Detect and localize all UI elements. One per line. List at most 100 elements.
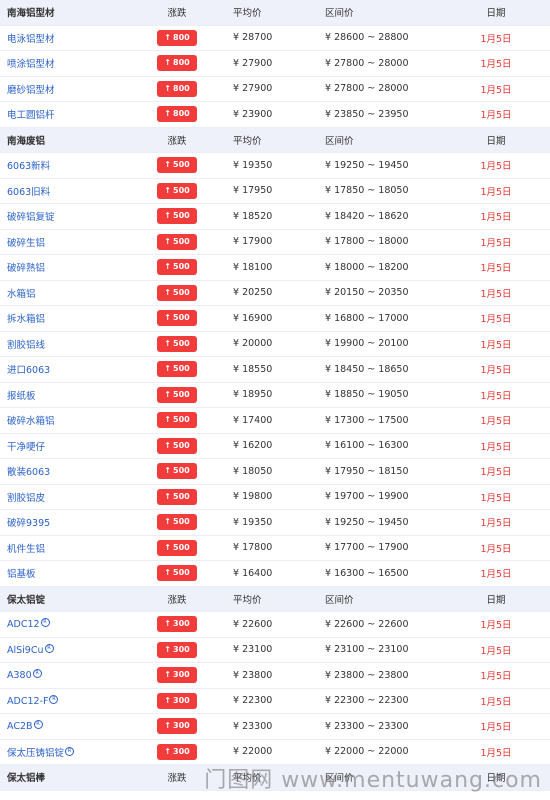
column-header-change: 涨跌	[167, 594, 187, 606]
date-cell: 1月5日	[480, 722, 512, 734]
price-range: ¥ 19250 ~ 19450	[325, 516, 409, 528]
change-cell: ↑ 800	[133, 80, 221, 97]
price-range: ¥ 16800 ~ 17000	[325, 312, 409, 324]
product-link[interactable]: 进口6063	[0, 362, 133, 376]
product-link[interactable]: 破碎9395	[0, 515, 133, 529]
product-name: 破碎水箱铝	[7, 416, 55, 428]
product-name: A380	[7, 670, 32, 682]
product-link[interactable]: A380 R	[0, 669, 133, 681]
registered-mark-icon: R	[40, 618, 50, 628]
change-badge: ↑ 300	[157, 641, 197, 658]
change-cell: ↑ 500	[133, 182, 221, 199]
change-badge: ↑ 500	[157, 335, 197, 352]
change-value: 800	[173, 58, 190, 68]
product-link[interactable]: 6063新料	[0, 158, 133, 172]
price-range: ¥ 17300 ~ 17500	[325, 414, 409, 426]
change-value: 300	[173, 619, 190, 629]
product-name: 电工圆铝杆	[7, 110, 55, 122]
table-row: AlSi9Cu R ↑ 300 ¥ 23100 ¥ 23100 ~ 23100 1月5日	[0, 638, 550, 663]
change-badge: ↑ 500	[157, 539, 197, 556]
change-cell: ↑ 500	[133, 565, 221, 582]
product-link[interactable]: 破碎熟铝	[0, 260, 133, 274]
table-row: 干净哽仔 ↑ 500 ¥ 16200 ¥ 16100 ~ 16300 1月5日	[0, 434, 550, 459]
table-row: 电工圆铝杆 ↑ 800 ¥ 23900 ¥ 23850 ~ 23950 1月5日	[0, 102, 550, 128]
date-cell: 1月5日	[480, 59, 512, 71]
registered-mark-icon: R	[33, 720, 43, 730]
arrow-up-icon: ↑	[164, 542, 171, 552]
change-cell: ↑ 800	[133, 106, 221, 123]
table-row: 拆水箱铝 ↑ 500 ¥ 16900 ¥ 16800 ~ 17000 1月5日	[0, 306, 550, 332]
product-link[interactable]: 喷涂铝型材	[0, 56, 133, 70]
table-row: 水箱铝 ↑ 500 ¥ 20250 ¥ 20150 ~ 20350 1月5日	[0, 281, 550, 306]
product-link[interactable]: AlSi9Cu R	[0, 643, 133, 656]
product-link[interactable]: 割胶铝皮	[0, 490, 133, 504]
product-name: 水箱铝	[7, 288, 36, 300]
avg-price: ¥ 19350	[233, 159, 273, 171]
column-header-date: 日期	[486, 135, 506, 147]
product-name: 电泳铝型材	[7, 33, 55, 45]
price-range: ¥ 22300 ~ 22300	[325, 695, 409, 707]
price-range: ¥ 23800 ~ 23800	[325, 669, 409, 681]
product-link[interactable]: 破碎铝复锭	[0, 209, 133, 223]
column-header-change: 涨跌	[167, 135, 187, 147]
change-badge: ↑ 500	[157, 284, 197, 301]
date-cell: 1月5日	[480, 645, 512, 657]
change-value: 500	[173, 568, 190, 578]
arrow-up-icon: ↑	[164, 440, 171, 450]
product-link[interactable]: 6063旧料	[0, 184, 133, 198]
change-cell: ↑ 500	[133, 208, 221, 225]
product-link[interactable]: 水箱铝	[0, 286, 133, 300]
change-cell: ↑ 500	[133, 514, 221, 531]
change-value: 500	[173, 466, 190, 476]
change-value: 500	[173, 338, 190, 348]
product-link[interactable]: 割胶铝线	[0, 337, 133, 351]
product-link[interactable]: 铝基板	[0, 566, 133, 580]
avg-price: ¥ 16900	[233, 312, 273, 324]
date-cell: 1月5日	[480, 212, 512, 224]
product-link[interactable]: 破碎水箱铝	[0, 413, 133, 427]
section-title: 保太铝棒	[7, 773, 46, 785]
change-value: 500	[173, 415, 190, 425]
table-row: A380 R ↑ 300 ¥ 23800 ¥ 23800 ~ 23800 1月5日	[0, 663, 550, 689]
avg-price: ¥ 22300	[233, 695, 273, 707]
product-link[interactable]: 保太压铸铝锭 R	[0, 745, 133, 759]
change-cell: ↑ 500	[133, 437, 221, 454]
table-row: 破碎水箱铝 ↑ 500 ¥ 17400 ¥ 17300 ~ 17500 1月5日	[0, 408, 550, 434]
change-badge: ↑ 500	[157, 463, 197, 480]
product-link[interactable]: 机件生铝	[0, 541, 133, 555]
product-name: ADC12	[7, 619, 40, 631]
product-link[interactable]: AC2B R	[0, 720, 133, 732]
arrow-up-icon: ↑	[164, 32, 171, 42]
date-cell: 1月5日	[480, 671, 512, 683]
change-badge: ↑ 500	[157, 437, 197, 454]
product-link[interactable]: ADC12 R	[0, 618, 133, 630]
product-link[interactable]: ADC12-F R	[0, 694, 133, 707]
product-link[interactable]: 散装6063	[0, 464, 133, 478]
product-link[interactable]: 电工圆铝杆	[0, 107, 133, 121]
change-badge: ↑ 800	[157, 55, 197, 72]
avg-price: ¥ 22000	[233, 746, 273, 758]
section-header: 南海铝型材 涨跌 平均价 区间价 日期	[0, 0, 550, 26]
change-badge: ↑ 300	[157, 743, 197, 760]
change-badge: ↑ 500	[157, 412, 197, 429]
table-row: 6063新料 ↑ 500 ¥ 19350 ¥ 19250 ~ 19450 1月5日	[0, 153, 550, 179]
arrow-up-icon: ↑	[164, 338, 171, 348]
change-value: 500	[173, 211, 190, 221]
product-link[interactable]: 拆水箱铝	[0, 311, 133, 325]
change-cell: ↑ 500	[133, 157, 221, 174]
product-link[interactable]: 电泳铝型材	[0, 31, 133, 45]
change-badge: ↑ 800	[157, 29, 197, 46]
product-link[interactable]: 破碎生铝	[0, 235, 133, 249]
section-title: 南海废铝	[7, 135, 46, 147]
product-link[interactable]: 报纸板	[0, 388, 133, 402]
change-badge: ↑ 300	[157, 718, 197, 735]
change-value: 500	[173, 542, 190, 552]
price-range: ¥ 17850 ~ 18050	[325, 185, 409, 197]
product-link[interactable]: 磨砂铝型材	[0, 82, 133, 96]
product-name: 干净哽仔	[7, 441, 46, 453]
arrow-up-icon: ↑	[164, 109, 171, 119]
product-link[interactable]: 干净哽仔	[0, 439, 133, 453]
avg-price: ¥ 28700	[233, 32, 273, 44]
product-name: 破碎9395	[7, 518, 51, 530]
column-header-date: 日期	[486, 8, 506, 20]
